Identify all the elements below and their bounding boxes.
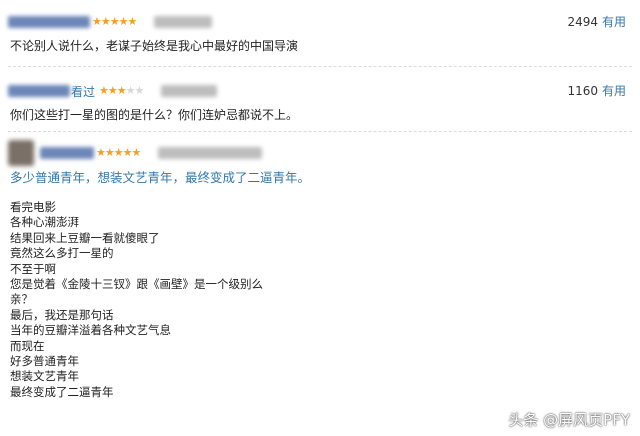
star-filled-icon: ★ <box>131 146 142 159</box>
vote-count: 1160 <box>567 84 598 98</box>
avatar[interactable] <box>8 140 34 166</box>
rating-stars: ★★★★★ <box>92 14 138 30</box>
review-body-line: 各种心潮澎湃 <box>10 215 79 230</box>
review-date-redacted <box>158 147 263 159</box>
review-body-line: 竟然这么多打一星的 <box>10 246 114 261</box>
star-filled-icon: ★ <box>96 146 106 159</box>
review-body-line: 好多普通青年 <box>10 353 79 368</box>
rating-stars: ★★★★★ <box>99 83 145 99</box>
star-filled-icon: ★ <box>127 15 138 28</box>
review-body-line: 而现在 <box>10 338 45 353</box>
star-filled-icon: ★ <box>109 15 120 28</box>
star-empty-icon: ★ <box>134 84 145 97</box>
review-body-line: 看完电影 <box>10 200 56 214</box>
review-date-redacted <box>154 16 213 28</box>
useful-button[interactable]: 有用 <box>602 84 626 98</box>
divider <box>8 131 632 132</box>
review-body-line: 亲？ <box>10 292 33 307</box>
star-filled-icon: ★ <box>122 146 133 159</box>
star-filled-icon: ★ <box>118 15 129 28</box>
review-meta: 看过 ★★★★★ <box>8 83 218 99</box>
watched-status: 看过 <box>71 84 96 99</box>
review-body-line: 结果回来上豆瓣一看就傻眼了 <box>10 230 160 245</box>
author-name-redacted[interactable] <box>40 147 94 159</box>
divider <box>8 66 632 67</box>
star-filled-icon: ★ <box>99 84 109 97</box>
review-meta: ★★★★★ <box>8 139 263 167</box>
star-filled-icon: ★ <box>107 84 118 97</box>
review-body-line: 不至于啊 <box>10 261 56 276</box>
star-filled-icon: ★ <box>100 15 111 28</box>
review-meta: ★★★★★ <box>8 14 213 30</box>
star-filled-icon: ★ <box>92 15 102 28</box>
review-comment: 不论别人说什么，老谋子始终是我心中最好的中国导演 <box>10 39 299 53</box>
review-comment: 你们这些打一星的图的是什么？你们连妒忌都说不上。 <box>10 108 299 122</box>
rating-stars: ★★★★★ <box>96 145 142 161</box>
star-filled-icon: ★ <box>116 84 127 97</box>
star-filled-icon: ★ <box>113 146 124 159</box>
review-headline[interactable]: 多少普通青年，想装文艺青年，最终变成了二逼青年。 <box>10 170 310 186</box>
star-empty-icon: ★ <box>125 84 136 97</box>
star-filled-icon: ★ <box>104 146 115 159</box>
review-date-redacted <box>161 85 218 97</box>
watermark: 头条 @屏风页PFY <box>508 411 630 429</box>
review-body-line: 当年的豆瓣洋溢着各种文艺气息 <box>10 323 171 338</box>
review-body-line: 最后，我还是那句话 <box>10 307 114 322</box>
vote-counter: 1160 有用 <box>567 83 626 99</box>
useful-button[interactable]: 有用 <box>602 15 626 29</box>
review-body: 看完电影 各种心潮澎湃 结果回来上豆瓣一看就傻眼了 竟然这么多打一星的 不至于啊 您是觉着… <box>10 200 430 400</box>
vote-count: 2494 <box>567 15 598 29</box>
author-name-redacted[interactable] <box>8 85 70 97</box>
author-name-redacted[interactable] <box>8 16 90 28</box>
review-body-line: 想装文艺青年 <box>10 369 79 384</box>
vote-counter: 2494 有用 <box>567 14 626 30</box>
review-body-line: 您是觉着《金陵十三钗》跟《画壁》是一个级别么 <box>10 276 263 291</box>
review-body-line: 最终变成了二逼青年 <box>10 384 114 399</box>
